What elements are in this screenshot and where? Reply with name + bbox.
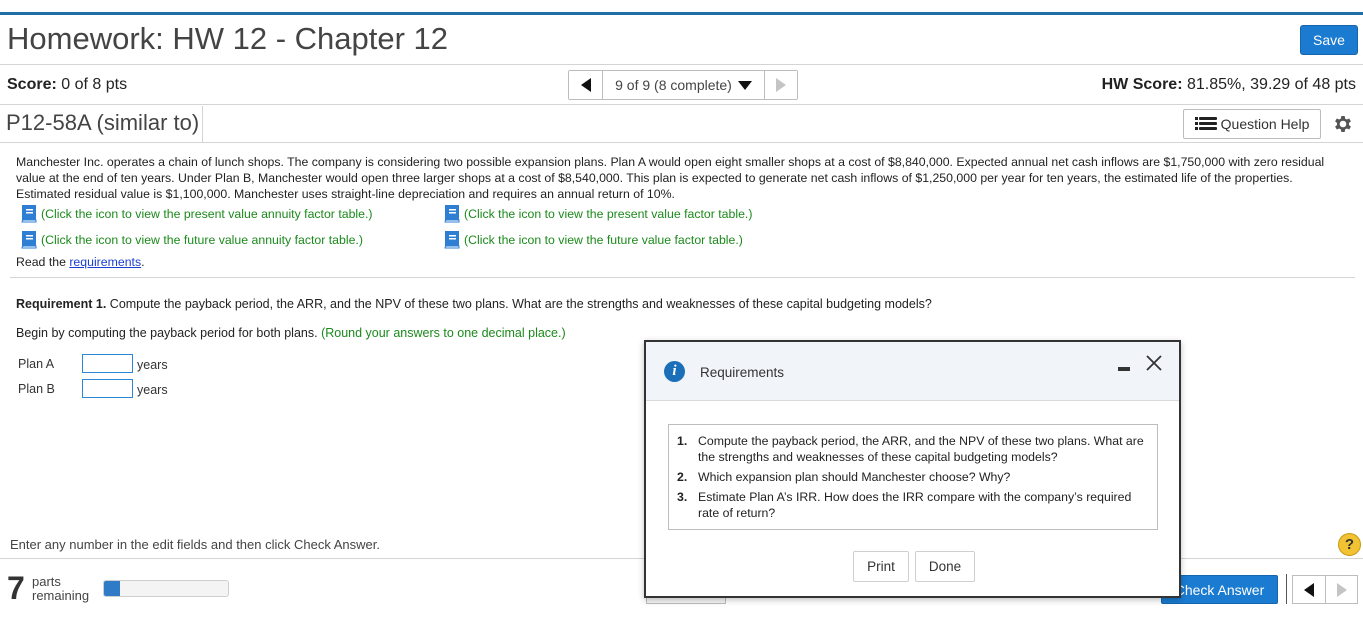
fv-factor-link-text: (Click the icon to view the future value… — [464, 232, 743, 247]
top-accent-bar — [0, 12, 1363, 15]
divider — [0, 104, 1363, 105]
chevron-left-icon — [580, 78, 591, 92]
pv-factor-table-link[interactable]: (Click the icon to view the present valu… — [441, 204, 752, 223]
requirements-link[interactable]: requirements — [69, 255, 141, 269]
minimize-icon[interactable] — [1118, 367, 1130, 371]
question-navigator: 9 of 9 (8 complete) — [568, 70, 798, 100]
gear-icon[interactable] — [1331, 112, 1355, 136]
question-select-dropdown[interactable]: 9 of 9 (8 complete) — [603, 71, 765, 99]
problem-text: Manchester Inc. operates a chain of lunc… — [16, 155, 1325, 201]
requirement-number: 2. — [677, 470, 688, 484]
question-position: 9 of 9 (8 complete) — [615, 77, 732, 93]
previous-question-button[interactable] — [569, 71, 603, 99]
parts-remaining-label: parts remaining — [32, 575, 89, 603]
next-question-button-bottom[interactable] — [1326, 575, 1358, 604]
requirement-number: 3. — [677, 490, 688, 504]
hw-score: HW Score: 81.85%, 39.29 of 48 pts — [1102, 76, 1356, 94]
question-help-label: Question Help — [1220, 116, 1310, 132]
footer-instruction: Enter any number in the edit fields and … — [10, 537, 380, 552]
pv-annuity-link-text: (Click the icon to view the present valu… — [41, 206, 373, 221]
score-value: 0 of 8 pts — [61, 76, 128, 93]
rounding-hint: (Round your answers to one decimal place… — [321, 326, 566, 340]
score: Score: 0 of 8 pts — [7, 76, 127, 94]
plan-a-label: Plan A — [18, 357, 55, 371]
fv-factor-table-link[interactable]: (Click the icon to view the future value… — [441, 230, 743, 249]
pv-factor-link-text: (Click the icon to view the present valu… — [464, 206, 753, 221]
previous-question-button-bottom[interactable] — [1292, 575, 1326, 604]
progress-bar — [103, 580, 229, 597]
requirement-1-text: Compute the payback period, the ARR, and… — [106, 297, 932, 311]
requirement-item: 3. Estimate Plan A’s IRR. How does the IR… — [677, 489, 1149, 521]
requirement-text: Estimate Plan A’s IRR. How does the IRR … — [698, 490, 1132, 520]
fv-annuity-table-link[interactable]: (Click the icon to view the future value… — [18, 230, 363, 249]
plan-a-payback-input[interactable] — [82, 354, 133, 373]
chevron-left-icon — [1304, 582, 1314, 597]
divider — [0, 142, 1363, 143]
score-label: Score: — [7, 76, 57, 93]
problem-id: P12-58A (similar to) — [6, 110, 200, 135]
dialog-title: Requirements — [700, 365, 785, 380]
chevron-right-icon — [1336, 582, 1347, 597]
requirement-1-label: Requirement 1. — [16, 297, 107, 311]
parts-remaining-count: 7 — [7, 570, 25, 606]
requirement-item: 1. Compute the payback period, the ARR, a… — [677, 433, 1149, 465]
plan-b-payback-input[interactable] — [82, 379, 133, 398]
requirements-dialog: i Requirements 1. Compute the payback per… — [644, 340, 1181, 598]
list-icon — [1194, 117, 1217, 130]
info-icon: i — [664, 361, 685, 382]
plan-a-unit: years — [137, 358, 168, 372]
requirement-number: 1. — [677, 434, 688, 448]
hw-score-value: 81.85%, 39.29 of 48 pts — [1186, 76, 1356, 93]
book-icon — [21, 231, 37, 249]
plan-b-unit: years — [137, 383, 168, 397]
next-question-button[interactable] — [765, 71, 797, 99]
book-icon — [21, 205, 37, 223]
parts-label-line1: parts — [32, 574, 61, 589]
hw-score-label: HW Score: — [1101, 76, 1183, 93]
close-icon[interactable] — [1144, 353, 1164, 373]
begin-instruction: Begin by computing the payback period fo… — [16, 326, 566, 340]
done-button[interactable]: Done — [915, 551, 975, 582]
divider — [10, 277, 1355, 278]
read-suffix: . — [141, 255, 145, 269]
read-prefix: Read the — [16, 255, 70, 269]
requirement-item: 2. Which expansion plan should Manchester… — [677, 469, 1149, 485]
requirement-1: Requirement 1. Compute the payback perio… — [16, 297, 932, 311]
divider — [202, 106, 203, 142]
requirement-text: Which expansion plan should Manchester c… — [698, 470, 1011, 484]
divider — [0, 64, 1363, 65]
requirement-text: Compute the payback period, the ARR, and… — [698, 434, 1144, 464]
book-icon — [444, 231, 460, 249]
caret-down-icon — [737, 80, 752, 90]
progress-fill — [104, 581, 120, 596]
parts-label-line2: remaining — [32, 588, 90, 603]
print-button[interactable]: Print — [853, 551, 909, 582]
requirements-list: 1. Compute the payback period, the ARR, a… — [668, 424, 1158, 530]
book-icon — [444, 205, 460, 223]
dialog-header: i Requirements — [646, 342, 1179, 401]
plan-b-label: Plan B — [18, 382, 55, 396]
chevron-right-icon — [776, 78, 786, 92]
save-button[interactable]: Save — [1300, 25, 1358, 55]
question-help-button[interactable]: Question Help — [1183, 109, 1321, 139]
begin-text: Begin by computing the payback period fo… — [16, 326, 322, 340]
page-title: Homework: HW 12 - Chapter 12 — [7, 21, 449, 56]
divider — [1286, 574, 1287, 604]
pv-annuity-table-link[interactable]: (Click the icon to view the present valu… — [18, 204, 373, 223]
read-requirements: Read the requirements. — [16, 255, 145, 269]
fv-annuity-link-text: (Click the icon to view the future value… — [41, 232, 363, 247]
help-icon[interactable]: ? — [1338, 533, 1361, 556]
